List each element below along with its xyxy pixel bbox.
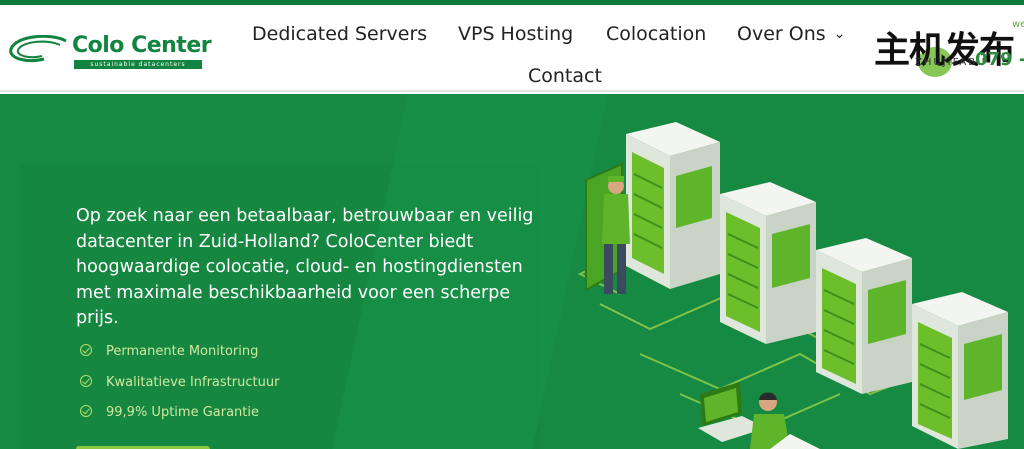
nav-contact[interactable]: Contact — [528, 65, 602, 87]
nav-over-ons-label: Over Ons — [737, 23, 826, 45]
site-header: Colo Center sustainable datacenters Dedi… — [0, 5, 1024, 92]
main-nav: Dedicated Servers VPS Hosting Colocation… — [240, 10, 860, 97]
check-circle-icon — [80, 405, 92, 417]
site-logo[interactable]: Colo Center sustainable datacenters — [8, 31, 212, 71]
server-rack-illustration — [577, 122, 1008, 449]
check-circle-icon — [80, 344, 92, 356]
feature-label: Permanente Monitoring — [106, 344, 259, 359]
feature-item: Permanente Monitoring — [80, 344, 258, 359]
feature-item: Kwalitatieve Infrastructuur — [80, 375, 279, 390]
feature-label: Kwalitatieve Infrastructuur — [106, 375, 280, 390]
colo-logo-swoosh-icon — [9, 35, 67, 63]
chevron-down-icon: ⌄ — [833, 26, 846, 42]
logo-name: Colo Center — [72, 33, 212, 58]
nav-over-ons[interactable]: Over Ons ⌄ — [737, 23, 845, 45]
header-phone[interactable]: 079 - 7 — [975, 49, 1024, 70]
hero-intro-text: Op zoek naar een betaalbaar, betrouwbaar… — [76, 206, 534, 328]
feature-label: 99,9% Uptime Garantie — [106, 405, 259, 420]
nav-vps-hosting[interactable]: VPS Hosting — [458, 23, 573, 45]
logo-tagline: sustainable datacenters — [74, 60, 202, 69]
nav-colocation[interactable]: Colocation — [606, 23, 706, 45]
nav-dedicated-servers[interactable]: Dedicated Servers — [252, 23, 427, 45]
check-circle-icon — [80, 375, 92, 387]
feature-item: 99,9% Uptime Garantie — [80, 405, 259, 420]
hero-section: Op zoek naar een betaalbaar, betrouwbaar… — [0, 94, 1024, 449]
